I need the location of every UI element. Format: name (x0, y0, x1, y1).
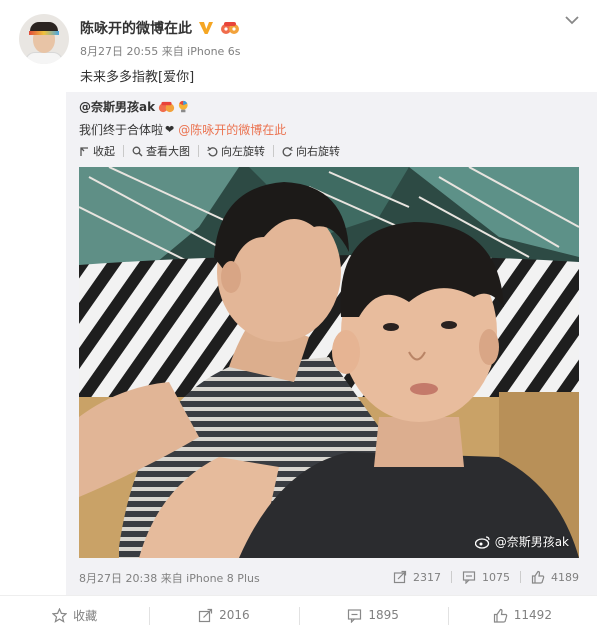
comment-icon (348, 608, 362, 623)
like-count: 11492 (513, 608, 552, 622)
repost-body: 我们终于合体啦 (79, 123, 164, 137)
rotate-left-icon (207, 146, 218, 156)
post-photo[interactable]: @奈斯男孩ak (79, 167, 579, 558)
share-icon (198, 608, 213, 622)
lightbulb-icon[interactable] (178, 100, 190, 114)
repost-like-button[interactable]: 4189 (531, 570, 579, 584)
favorite-label: 收藏 (73, 608, 98, 623)
repost-like-count: 4189 (551, 570, 579, 584)
star-icon (52, 607, 68, 623)
chevron-down-icon[interactable] (563, 12, 581, 26)
thumbs-up-icon (493, 608, 508, 623)
author-name[interactable]: 陈咏开的微博在此 (80, 18, 192, 38)
verified-v-icon[interactable] (198, 20, 214, 36)
rotate-right-label: 向右旋转 (296, 145, 340, 158)
repost-comment-button[interactable]: 1075 (462, 570, 510, 584)
watermark-text: @奈斯男孩ak (494, 535, 569, 549)
repost-share-button[interactable]: 2317 (393, 570, 441, 584)
thumbs-up-icon (531, 570, 545, 584)
collapse-icon (80, 146, 88, 156)
comment-button[interactable]: 1895 (298, 596, 448, 634)
repost-footer: 8月27日 20:38 来自 iPhone 8 Plus 2317 1075 4… (79, 570, 579, 586)
repost-meta: 8月27日 20:38 来自 iPhone 8 Plus (79, 572, 260, 585)
rotate-left-label: 向左旋转 (221, 145, 265, 158)
collapse-button[interactable]: 收起 (79, 143, 115, 159)
search-icon (132, 146, 143, 156)
repost-text: 我们终于合体啦 ❤ @陈咏开的微博在此 (79, 121, 286, 138)
repost-stats: 2317 1075 4189 (393, 570, 579, 584)
weibo-post: 陈咏开的微博在此 8月27日 20:55 来自 iPhone 6s 未来多多指教… (0, 0, 597, 634)
like-button[interactable]: 11492 (447, 596, 597, 634)
view-large-button[interactable]: 查看大图 (132, 143, 190, 159)
comment-count: 1895 (368, 608, 399, 622)
share-icon (393, 570, 407, 584)
repost-box: @奈斯男孩ak 我们终于合体啦 ❤ @陈咏开的微博在此 收起 查看大图 向左旋转… (66, 92, 597, 595)
view-large-label: 查看大图 (146, 145, 190, 158)
author-row: 陈咏开的微博在此 (80, 17, 240, 39)
collapse-label: 收起 (93, 145, 115, 158)
share-button[interactable]: 2016 (149, 596, 298, 634)
share-count: 2016 (219, 608, 250, 622)
rotate-right-button[interactable]: 向右旋转 (282, 143, 340, 159)
image-toolbar: 收起 查看大图 向左旋转 向右旋转 (79, 143, 340, 159)
rotate-right-icon (282, 146, 293, 156)
rotate-left-button[interactable]: 向左旋转 (207, 143, 265, 159)
heart-icon: ❤ (165, 123, 175, 136)
member-badge-icon[interactable] (158, 100, 175, 114)
photo-illustration (79, 167, 579, 558)
avatar[interactable] (19, 14, 69, 64)
mention-link[interactable]: @陈咏开的微博在此 (178, 121, 286, 138)
post-meta: 8月27日 20:55 来自 iPhone 6s (80, 45, 241, 58)
repost-comment-count: 1075 (482, 570, 510, 584)
repost-author-row: @奈斯男孩ak (79, 98, 190, 115)
member-badge-icon[interactable] (220, 20, 240, 36)
photo-watermark: @奈斯男孩ak (474, 533, 569, 550)
comment-icon (462, 571, 476, 584)
favorite-button[interactable]: 收藏 (0, 596, 149, 634)
repost-author[interactable]: @奈斯男孩ak (79, 98, 155, 115)
post-text: 未来多多指教[爱你] (80, 70, 195, 85)
action-bar: 收藏 2016 1895 11492 (0, 595, 597, 634)
weibo-logo-icon (474, 535, 490, 549)
repost-share-count: 2317 (413, 570, 441, 584)
